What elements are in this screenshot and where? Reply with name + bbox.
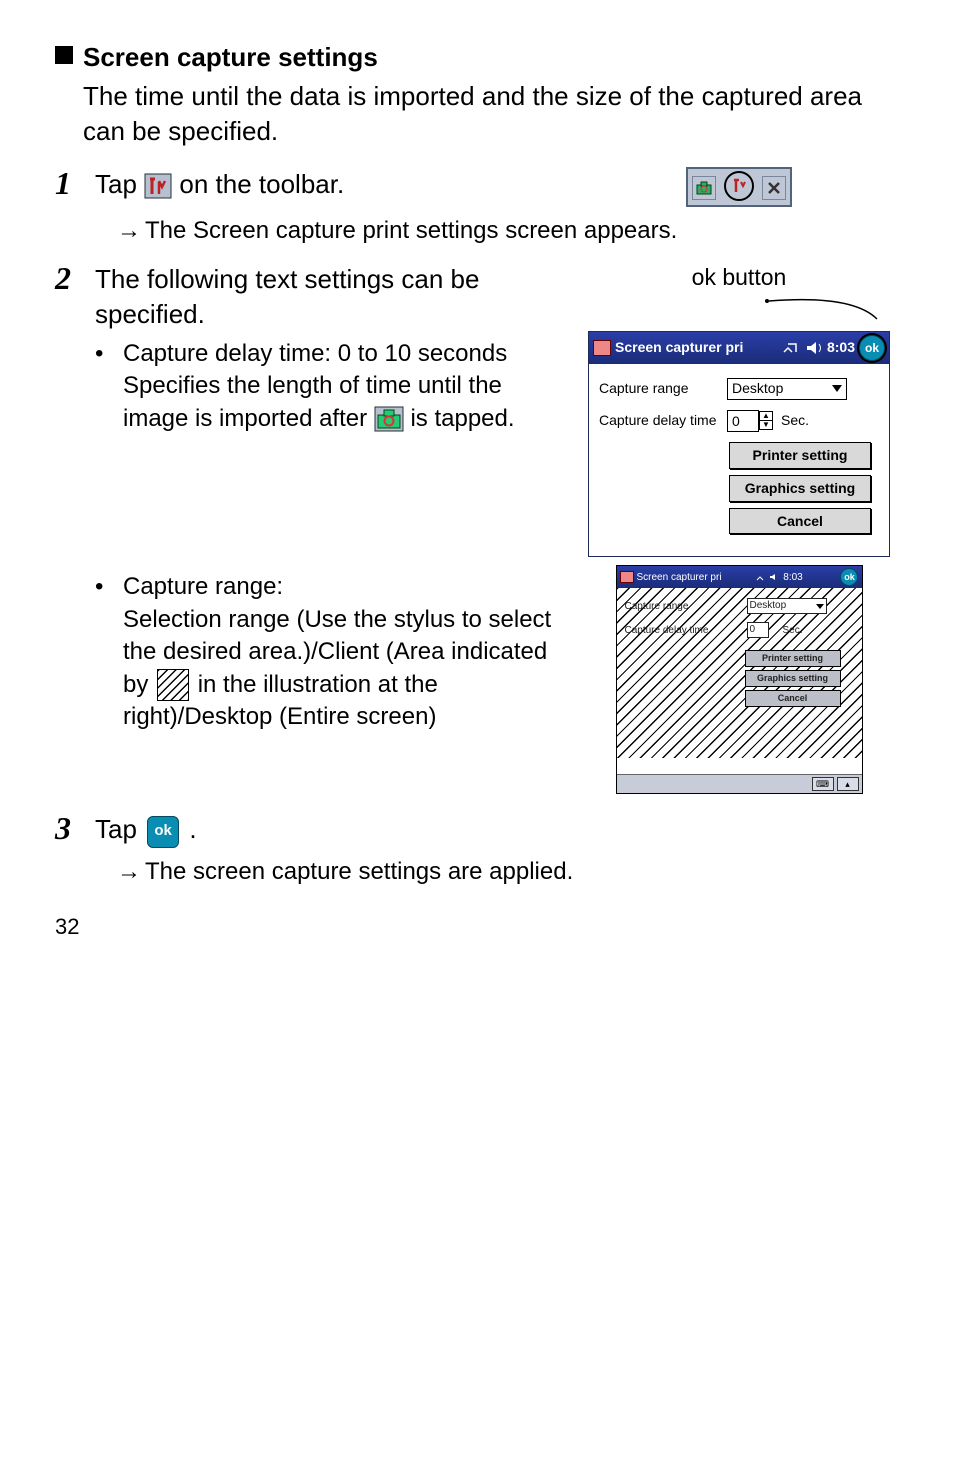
capture-range-value: Desktop [732,379,783,398]
capture-range-label: Capture range [599,379,727,398]
close-x-icon [762,176,786,200]
step-3: 3 Tap ok . [55,812,904,847]
disc-bullet-icon: • [95,338,123,435]
step-number-2: 2 [55,262,95,558]
bullet-1-body-after: is tapped. [410,405,514,432]
step-2b-body: • Capture range: Selection range (Use th… [95,565,574,794]
bullet-2: • Capture range: Selection range (Use th… [95,571,564,733]
step-2-text: The following text settings can be speci… [95,264,479,329]
ok-button-icon: ok [147,816,179,848]
capture-delay-label: Capture delay time [599,411,727,430]
graphics-setting-button[interactable]: Graphics setting [729,475,871,502]
step-2: 2 The following text settings can be spe… [55,262,904,558]
step-2-illustration: ok button Screen capturer pri 8:03 ok Ca… [574,262,904,558]
client-range-select[interactable]: Desktop [747,598,827,614]
disc-bullet-icon: • [95,571,123,733]
bullet-2-title: Capture range: [123,573,283,600]
delay-value[interactable]: 0 [727,410,759,432]
square-bullet-icon [55,46,73,64]
client-delay-value[interactable]: 0 [747,622,769,638]
client-delay-label: Capture delay time [625,624,709,638]
chevron-down-icon [832,385,842,392]
step-1: 1 Tap on the toolbar. [55,167,904,207]
bullet-1-title: Capture delay time: 0 to 10 seconds [123,340,507,367]
toolbar-icon [144,173,172,199]
capture-settings-window: Screen capturer pri 8:03 ok Capture rang… [588,331,890,558]
connectivity-icon [756,572,768,582]
client-titlebar: Screen capturer pri 8:03 ok [617,566,862,588]
printer-setting-button[interactable]: Printer setting [729,442,871,469]
client-range-label: Capture range [625,600,689,614]
spinner-arrows-icon[interactable]: ▲▼ [759,411,773,430]
step-2b: • Capture range: Selection range (Use th… [55,565,904,794]
clock-time: 8:03 [827,338,855,357]
step-1-illustration [574,167,904,207]
sip-bar: ⌨ ▴ [617,774,862,793]
right-arrow-icon: → [117,856,145,888]
step-2-body: The following text settings can be speci… [95,262,574,558]
step-3-after: . [189,814,196,844]
step-number-2-spacer [55,565,95,794]
client-graphics-button[interactable]: Graphics setting [745,670,841,686]
step-1-result: → The Screen capture print settings scre… [117,215,904,247]
client-printer-button[interactable]: Printer setting [745,650,841,666]
step-1-before: Tap [95,169,144,199]
keyboard-icon[interactable]: ⌨ [812,777,834,791]
step-3-result: → The screen capture settings are applie… [117,856,904,888]
ok-button[interactable]: ok [840,568,858,586]
client-area-illustration: Screen capturer pri 8:03 ok Capture rang… [574,565,904,794]
camera-tray-icon [692,176,716,200]
up-arrow-icon[interactable]: ▴ [837,777,859,791]
ok-button-label: ok button [574,262,904,293]
client-title: Screen capturer pri [637,571,722,585]
step-3-before: Tap [95,814,144,844]
cancel-button[interactable]: Cancel [729,508,871,535]
bullet-1: • Capture delay time: 0 to 10 seconds Sp… [95,338,564,435]
section-title: Screen capture settings [83,40,378,75]
right-arrow-icon: → [117,215,145,247]
ok-button[interactable]: ok [859,335,885,361]
client-delay-unit: Sec. [783,624,803,638]
capture-window-body: Capture range Desktop Capture delay time… [589,364,889,557]
titlebar-toolbar-image [686,167,793,207]
step-1-result-text: The Screen capture print settings screen… [145,215,677,247]
step-3-result-text: The screen capture settings are applied. [145,856,573,888]
client-screenshot: Screen capturer pri 8:03 ok Capture rang… [616,565,863,794]
section-intro: The time until the data is imported and … [83,79,904,149]
section-heading: Screen capture settings [55,40,904,75]
step-3-body: Tap ok . [95,812,904,847]
page-number: 32 [55,912,904,942]
capture-window-title: Screen capturer pri [615,338,743,357]
windows-flag-icon [593,340,611,356]
client-cancel-button[interactable]: Cancel [745,690,841,706]
step-number-1: 1 [55,167,95,207]
chevron-down-icon [816,604,824,609]
windows-flag-icon [620,571,634,583]
capture-window-titlebar: Screen capturer pri 8:03 ok [589,332,889,364]
connectivity-icon [783,340,801,356]
speaker-icon [768,572,780,582]
delay-unit: Sec. [781,411,809,430]
capture-range-select[interactable]: Desktop [727,378,847,400]
camera-icon [374,406,404,432]
ok-pointer-arrow-icon [574,295,904,323]
client-clock: 8:03 [783,571,802,585]
hatch-area-icon [157,669,189,701]
delay-spinner[interactable]: 0 ▲▼ [727,410,773,432]
toolbar-icon-circled [724,171,754,201]
step-1-after: on the toolbar. [179,169,344,199]
step-number-3: 3 [55,812,95,847]
speaker-icon [805,340,823,356]
step-1-body: Tap on the toolbar. [95,167,574,207]
